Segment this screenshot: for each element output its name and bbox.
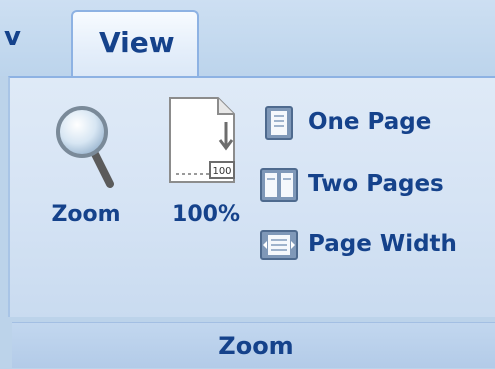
zoom-group: Zoom 100 100% One Page Two Pages Page Wi… [8,76,495,368]
one-page-button-label: One Page [308,109,432,135]
tab-view-label: View [99,26,175,59]
page-100-icon: 100 [169,97,235,183]
ribbon-window: v View Zoom 100 100% One Page Two Pages … [0,0,495,368]
two-pages-button[interactable]: Two Pages [260,166,495,206]
tab-strip: v View [0,0,495,78]
page-width-button[interactable]: Page Width [260,226,495,266]
two-pages-icon [260,168,298,202]
page-100-badge: 100 [212,166,231,177]
zoom-100-button-label: 100% [172,202,240,227]
zoom-100-button[interactable]: 100 100% [156,92,256,242]
zoom-button[interactable]: Zoom [36,98,136,238]
two-pages-button-label: Two Pages [308,171,444,197]
magnifier-icon [56,106,114,188]
one-page-icon [265,106,293,140]
tab-previous[interactable]: v [0,22,44,72]
group-label: Zoom [12,322,495,368]
page-width-button-label: Page Width [308,231,457,257]
page-width-icon [260,230,298,260]
tab-view[interactable]: View [71,10,199,78]
tab-previous-label: v [4,22,21,52]
group-label-text: Zoom [218,332,294,360]
one-page-button[interactable]: One Page [260,104,495,144]
zoom-button-label: Zoom [51,202,121,227]
